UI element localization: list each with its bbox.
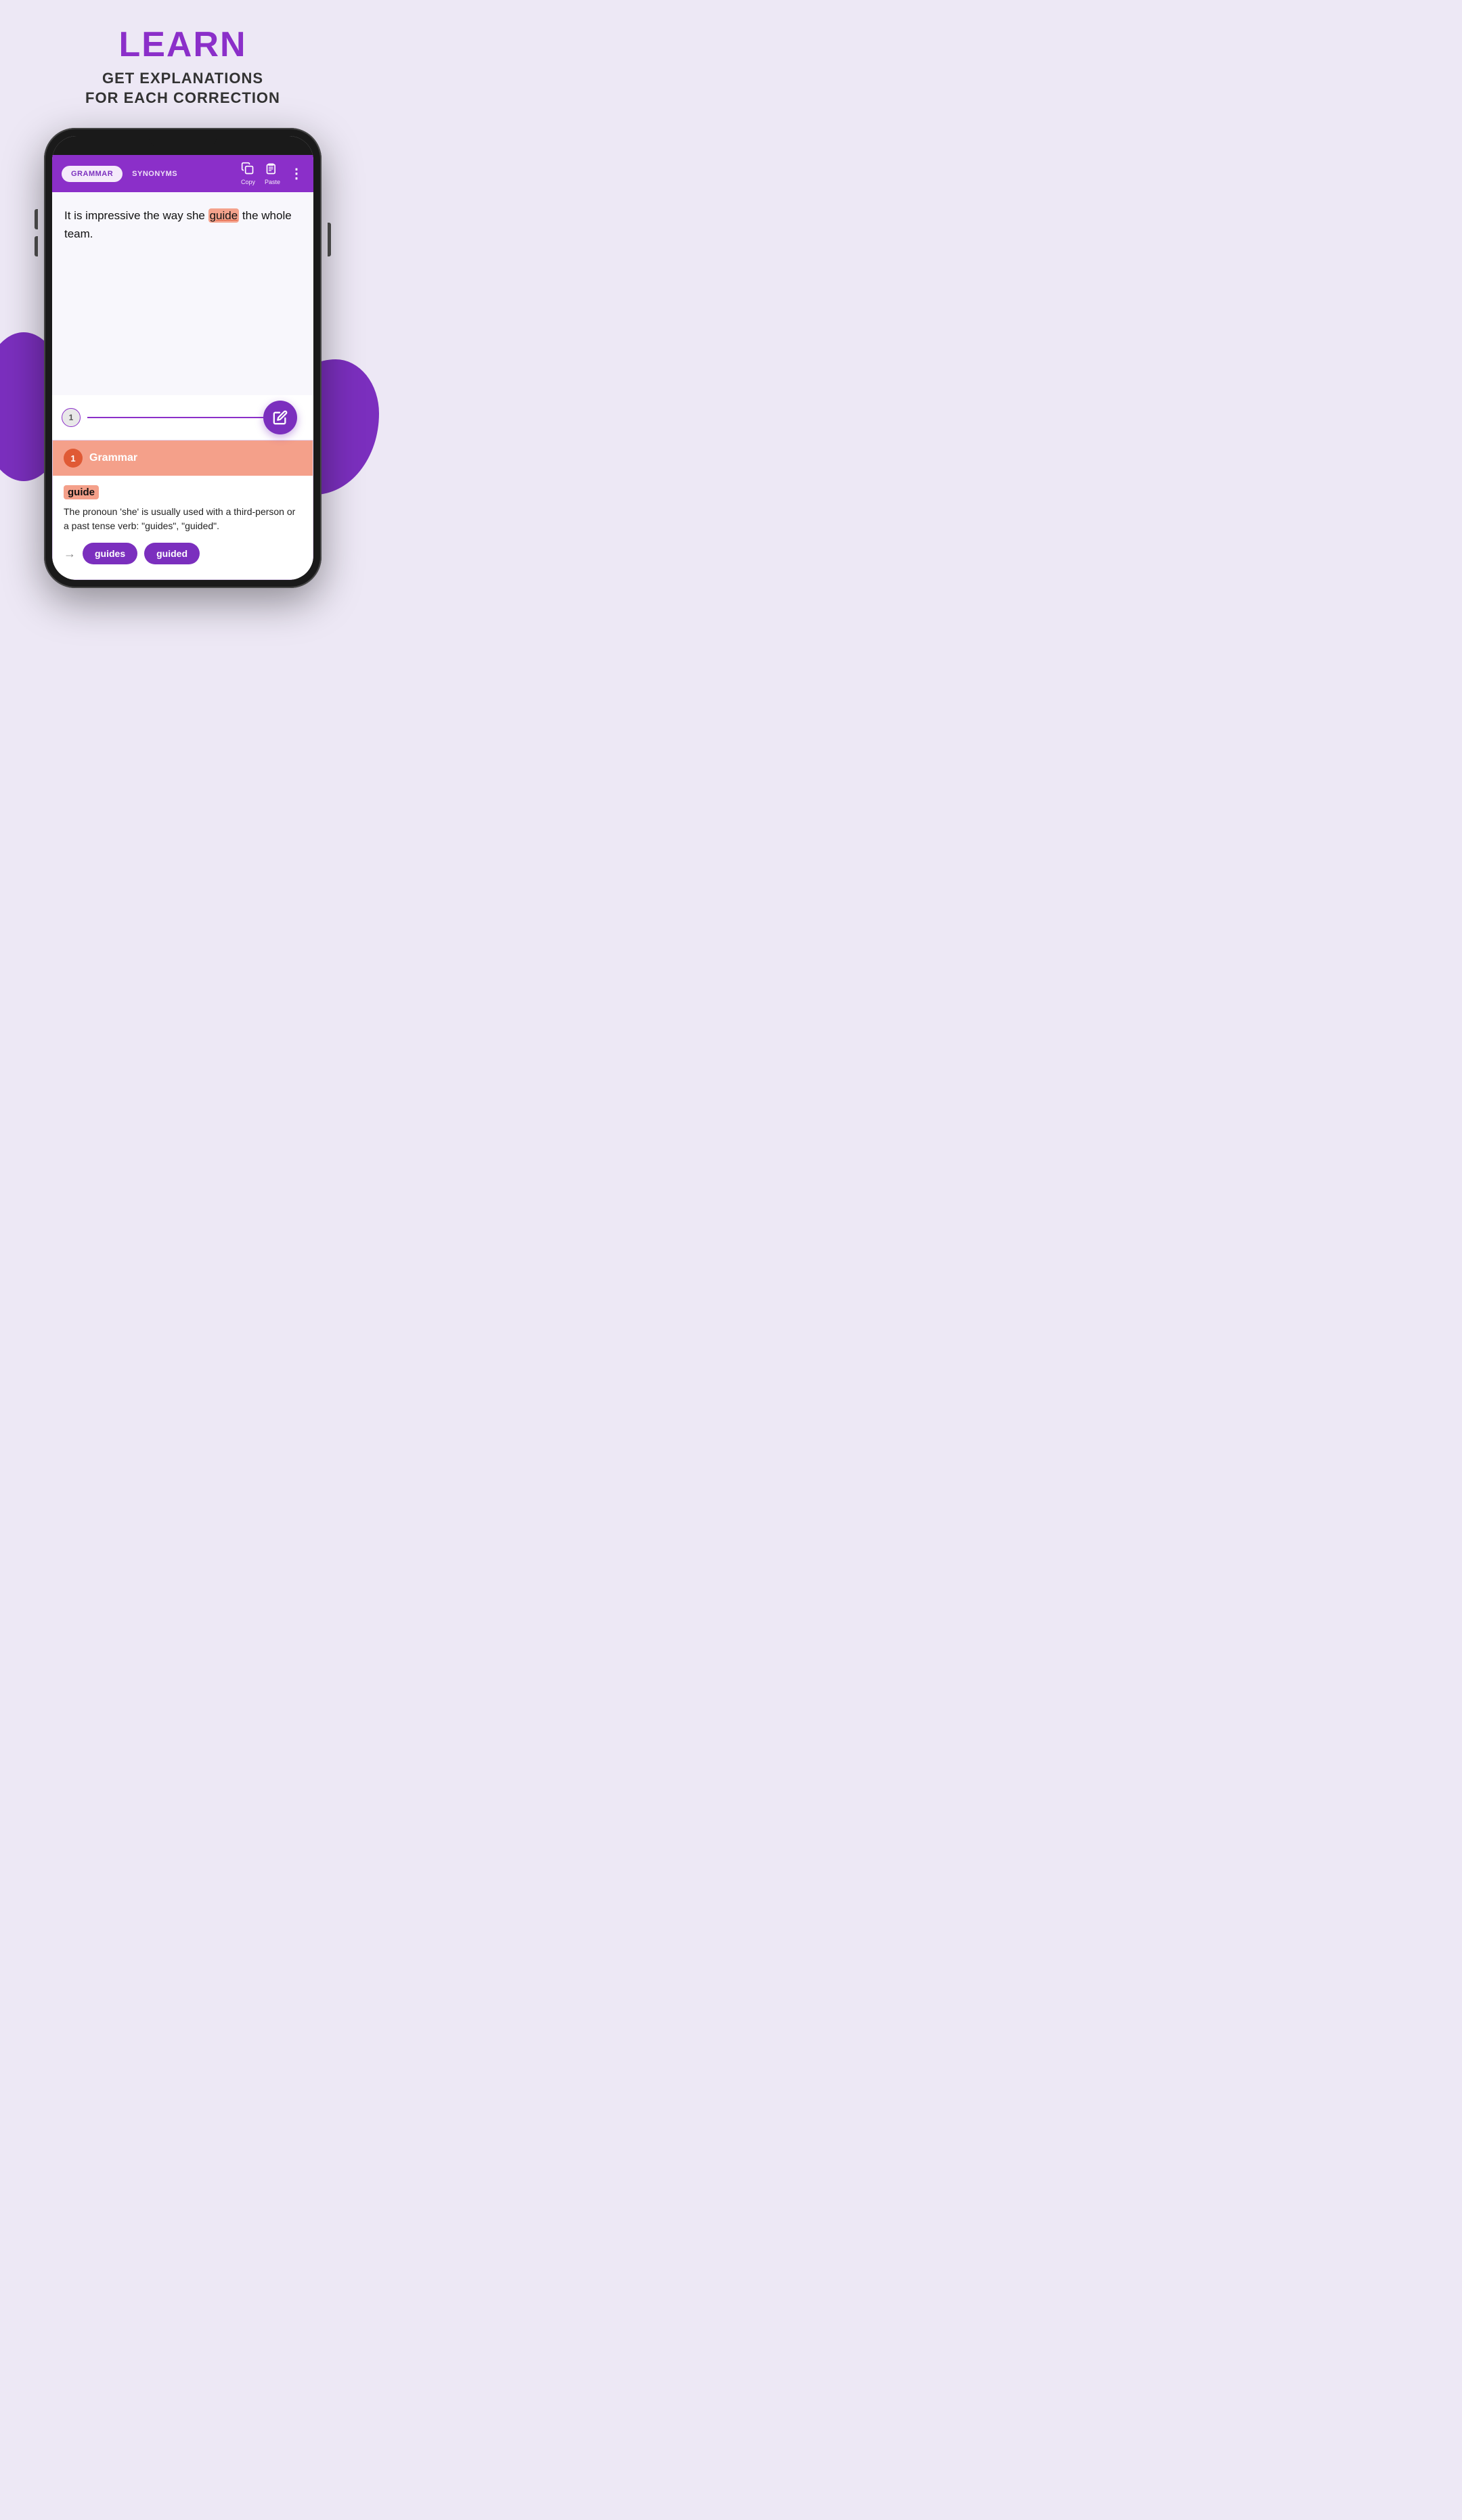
header-actions: Copy Paste xyxy=(241,162,304,185)
more-options-button[interactable]: ⋮ xyxy=(290,167,304,181)
volume-up-button xyxy=(35,209,38,229)
highlighted-word[interactable]: guide xyxy=(208,208,240,223)
text-before-highlight: It is impressive the way she xyxy=(64,209,208,222)
phone-screen: GRAMMAR SYNONYMS Copy xyxy=(52,136,313,580)
grammar-card-body: guide The pronoun 'she' is usually used … xyxy=(53,476,313,579)
paste-label: Paste xyxy=(265,179,280,185)
grammar-card: 1 Grammar guide The pronoun 'she' is usu… xyxy=(52,440,313,580)
tab-grammar[interactable]: GRAMMAR xyxy=(62,166,123,182)
text-area: It is impressive the way she guide the w… xyxy=(52,192,313,395)
power-button xyxy=(328,223,331,256)
grammar-card-header: 1 Grammar xyxy=(53,441,313,476)
grammar-badge: 1 xyxy=(64,449,83,468)
explanation-text: The pronoun 'she' is usually used with a… xyxy=(64,505,302,533)
correction-line xyxy=(87,417,263,418)
phone-frame: GRAMMAR SYNONYMS Copy xyxy=(44,128,322,588)
grammar-title: Grammar xyxy=(89,452,137,464)
suggestions-row: → guides guided xyxy=(64,543,302,570)
arrow-icon: → xyxy=(64,547,76,561)
phone-container: GRAMMAR SYNONYMS Copy xyxy=(44,128,322,588)
subtitle-line2: FOR EACH CORRECTION xyxy=(85,89,280,106)
page-title: LEARN xyxy=(14,27,352,62)
error-word: guide xyxy=(64,485,99,499)
app-header: GRAMMAR SYNONYMS Copy xyxy=(52,155,313,192)
suggestion-guides-button[interactable]: guides xyxy=(83,543,137,564)
text-content: It is impressive the way she guide the w… xyxy=(64,207,301,243)
header-section: LEARN GET EXPLANATIONS FOR EACH CORRECTI… xyxy=(0,0,366,128)
bottom-row: 1 xyxy=(52,395,313,440)
volume-down-button xyxy=(35,236,38,256)
paste-button[interactable]: Paste xyxy=(265,162,280,185)
copy-icon xyxy=(241,162,254,177)
paste-icon xyxy=(265,162,279,177)
edit-fab-button[interactable] xyxy=(263,401,297,434)
page-subtitle: GET EXPLANATIONS FOR EACH CORRECTION xyxy=(14,69,352,108)
suggestion-guided-button[interactable]: guided xyxy=(144,543,200,564)
tab-synonyms[interactable]: SYNONYMS xyxy=(128,166,181,182)
copy-label: Copy xyxy=(241,179,255,185)
correction-number: 1 xyxy=(62,408,81,427)
copy-button[interactable]: Copy xyxy=(241,162,255,185)
subtitle-line1: GET EXPLANATIONS xyxy=(102,70,263,87)
phone-notch xyxy=(52,136,313,155)
